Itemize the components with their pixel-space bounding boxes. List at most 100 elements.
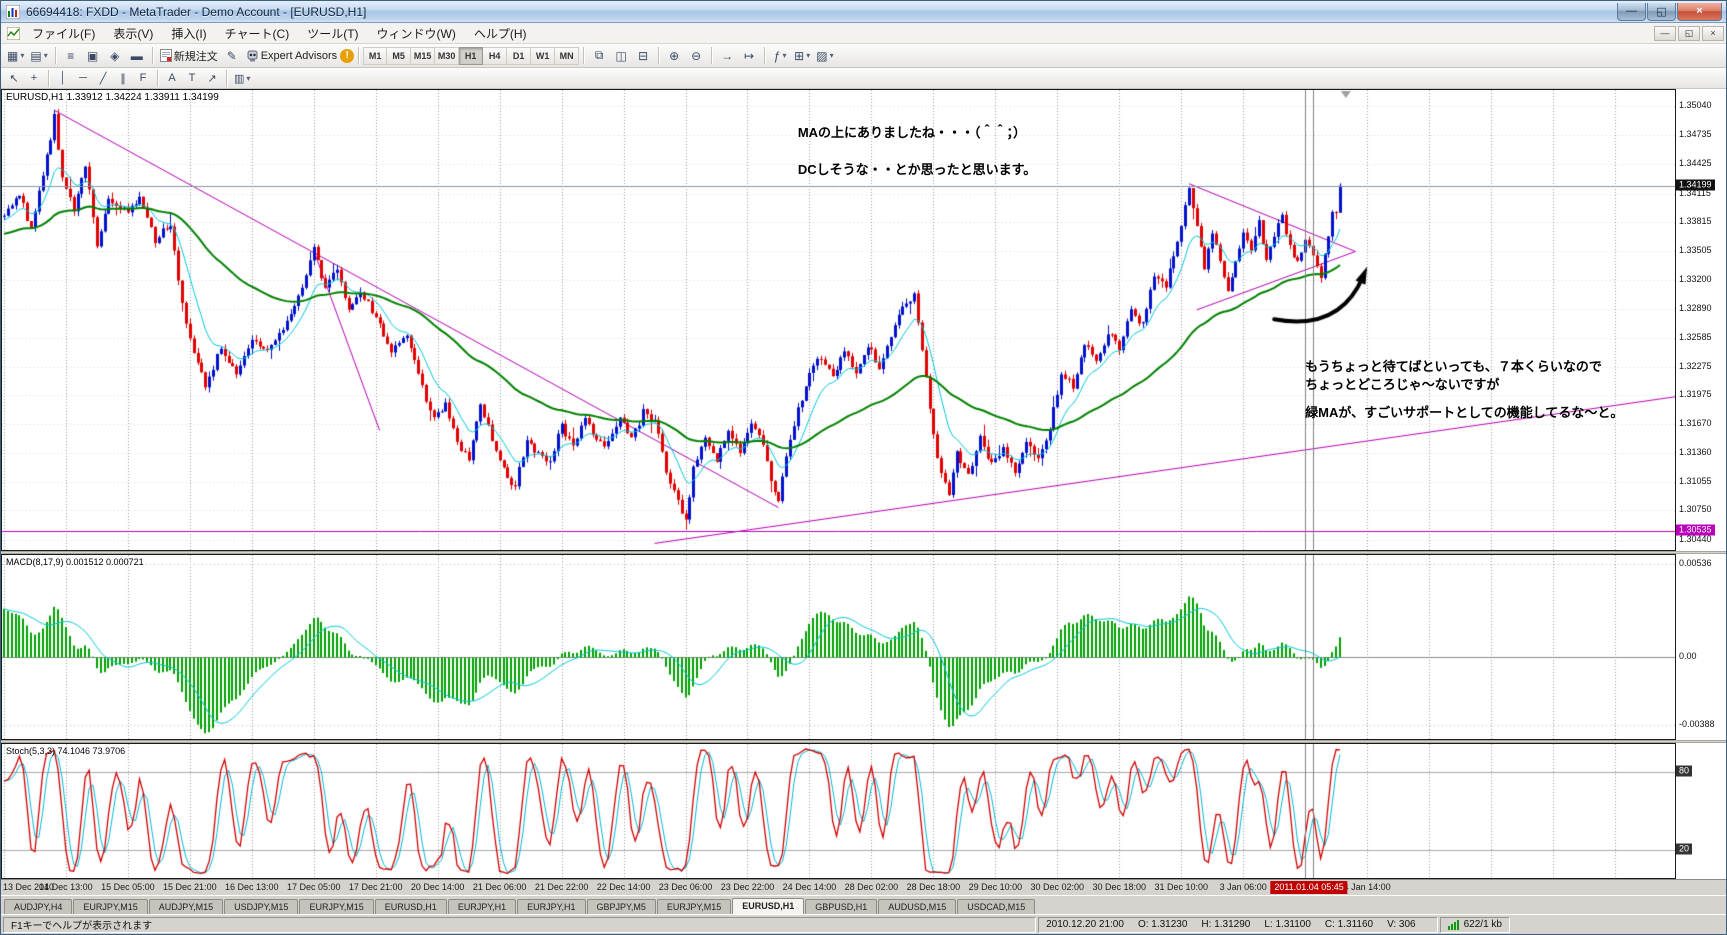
cascade-icon: ⧉ <box>594 48 604 62</box>
time-axis-label: 21 Dec 06:00 <box>472 882 527 892</box>
time-axis-label: 14 Dec 13:00 <box>39 882 93 892</box>
close-icon[interactable]: × <box>1677 2 1722 21</box>
menu-bar: ファイル(F) 表示(V) 挿入(I) チャート(C) ツール(T) ウィンドウ(W) ヘル… <box>1 23 1726 44</box>
menu-item[interactable]: ツール(T) <box>298 25 367 43</box>
zoom-out-icon: ⊖ <box>691 48 702 63</box>
price-axis[interactable]: 1.35040 1.34735 1.34425 1.34115 1.33815 1.335… <box>1676 89 1726 551</box>
chart-shift-button[interactable]: ↦ <box>738 46 760 66</box>
timeframe-button-m15[interactable]: M15 <box>411 46 436 65</box>
macd-indicator-panel[interactable]: MACD(8,17,9) 0.001512 0.000721 <box>1 554 1676 740</box>
timeframe-button-w1[interactable]: W1 <box>531 46 556 65</box>
zoom-out-button[interactable]: ⊖ <box>685 46 707 66</box>
chart-text-annotation[interactable]: DCしそうな・・とか思ったと思います。 <box>798 161 1036 179</box>
expert-advisors-button[interactable]: Expert Advisors <box>243 46 340 66</box>
profiles-button[interactable]: ▤ ▾ <box>27 46 50 66</box>
text-icon: A <box>168 72 176 84</box>
child-close-icon[interactable]: × <box>1702 25 1724 41</box>
menu-item[interactable]: チャート(C) <box>216 25 299 43</box>
vertical-line-button[interactable]: │ <box>53 69 73 87</box>
data-window-icon: ▣ <box>87 48 99 63</box>
timeframe-button-d1[interactable]: D1 <box>507 46 532 65</box>
auto-scroll-button[interactable]: → <box>716 46 738 66</box>
time-axis[interactable]: 13 Dec 2010 14 Dec 13:00 15 Dec 05:00 15 De… <box>1 879 1726 895</box>
minimize-icon[interactable]: — <box>1617 2 1646 21</box>
time-axis-label: 23 Dec 22:00 <box>720 882 775 892</box>
timeframe-button-mn[interactable]: MN <box>555 46 580 65</box>
child-minimize-icon[interactable]: — <box>1654 25 1676 41</box>
timeframe-button-m30[interactable]: M30 <box>435 46 460 65</box>
menu-item[interactable]: 挿入(I) <box>162 25 215 43</box>
title-bar[interactable]: 66694418: FXDD - MetaTrader - Demo Accou… <box>1 1 1726 23</box>
timeframe-button-h4[interactable]: H4 <box>483 46 508 65</box>
terminal-button[interactable]: ▬ <box>126 46 148 66</box>
annotation-line: ちょっとどころじゃ～ないですが <box>1305 376 1500 392</box>
chart-tab[interactable]: AUDJPY,H4 <box>4 899 73 914</box>
connection-status: 622/1 kb <box>1439 916 1510 933</box>
indicators-button[interactable]: ƒ ▾ <box>769 46 791 66</box>
chart-tab[interactable]: EURUSD,H1 <box>732 898 805 914</box>
alert-exclamation-icon[interactable]: ! <box>340 48 355 63</box>
chart-tab[interactable]: GBPUSD,H1 <box>805 899 878 914</box>
main-price-chart[interactable]: EURUSD,H1 1.33912 1.34224 1.33911 1.3419… <box>1 89 1676 551</box>
chart-tab[interactable]: EURJPY,M15 <box>299 899 374 914</box>
timeframe-button-h1[interactable]: H1 <box>459 46 484 65</box>
chart-tab[interactable]: EURJPY,H1 <box>447 899 517 914</box>
chart-workspace: EURUSD,H1 1.33912 1.34224 1.33911 1.3419… <box>1 89 1726 895</box>
time-axis-label: 31 Dec 10:00 <box>1154 882 1208 892</box>
chart-tab[interactable]: EURUSD,H1 <box>374 899 447 914</box>
status-high: H: 1.31290 <box>1201 919 1251 930</box>
timeframe-button-m5[interactable]: M5 <box>387 46 412 65</box>
menu-item[interactable]: ファイル(F) <box>23 25 104 43</box>
cascade-windows-button[interactable]: ⧉ <box>588 46 610 66</box>
metaeditor-button[interactable]: ✎ <box>221 46 243 66</box>
chart-tab[interactable]: AUDJPY,M15 <box>148 899 224 914</box>
new-order-button[interactable]: 新規注文 <box>157 46 221 66</box>
data-window-button[interactable]: ▣ <box>82 46 104 66</box>
periods-button[interactable]: ⊞ ▾ <box>791 46 813 66</box>
stochastic-indicator-panel[interactable]: Stoch(5,3,3) 74.1046 73.9706 <box>1 743 1676 879</box>
traffic-counter: 622/1 kb <box>1463 919 1502 930</box>
text-label-button[interactable]: T <box>182 69 202 87</box>
styles-button[interactable]: ▥ ▾ <box>231 69 253 87</box>
time-axis-label: 24 Dec 14:00 <box>782 882 837 892</box>
chart-text-annotation-block[interactable]: もうちょっと待てばといっても、７本くらいなので ちょっとどころじゃ～ないですが … <box>1305 358 1623 422</box>
cursor-button[interactable]: ↖ <box>4 69 24 87</box>
menu-item[interactable]: 表示(V) <box>104 25 162 43</box>
child-restore-icon[interactable]: ◱ <box>1678 25 1700 41</box>
connection-bars-icon <box>1447 919 1459 930</box>
chevron-down-icon: ▾ <box>806 51 811 60</box>
menu-item[interactable]: ヘルプ(H) <box>465 25 536 43</box>
crosshair-button[interactable]: + <box>24 69 44 87</box>
market-watch-button[interactable]: ≡ <box>60 46 82 66</box>
arrows-button[interactable]: ↗ <box>202 69 222 87</box>
fibonacci-button[interactable]: F <box>133 69 153 87</box>
text-button[interactable]: A <box>162 69 182 87</box>
zoom-in-button[interactable]: ⊕ <box>663 46 685 66</box>
indicators-icon: ƒ <box>773 48 781 63</box>
chart-tab[interactable]: EURJPY,M15 <box>656 899 732 914</box>
trendline-button[interactable]: ╱ <box>93 69 113 87</box>
restore-icon[interactable]: ◱ <box>1647 2 1676 21</box>
window-title: 66694418: FXDD - MetaTrader - Demo Accou… <box>26 4 367 19</box>
menu-item[interactable]: ウィンドウ(W) <box>368 25 465 43</box>
timeframe-button-m1[interactable]: M1 <box>363 46 388 65</box>
tile-vertical-button[interactable]: ⊟ <box>632 46 654 66</box>
price-axis-label: 1.32275 <box>1679 360 1712 371</box>
navigator-button[interactable]: ◈ <box>104 46 126 66</box>
chart-tab[interactable]: GBPJPY,M5 <box>586 899 656 914</box>
status-low: L: 1.31100 <box>1264 919 1311 930</box>
tile-horizontal-button[interactable]: ◫ <box>610 46 632 66</box>
chart-text-annotation[interactable]: MAの上にありましたね・・・（＾＾；） <box>798 124 1026 142</box>
chart-tab[interactable]: EURJPY,M15 <box>73 899 148 914</box>
chart-tab[interactable]: USDCAD,M15 <box>957 899 1036 914</box>
price-axis-label: 1.34735 <box>1679 129 1712 140</box>
horizontal-line-button[interactable]: ─ <box>73 69 93 87</box>
new-chart-button[interactable]: ▦ ▾ <box>4 46 27 66</box>
chart-ohlc-readout: EURUSD,H1 1.33912 1.34224 1.33911 1.3419… <box>6 92 219 103</box>
chart-tab[interactable]: USDJPY,M15 <box>224 899 299 914</box>
channel-button[interactable]: ∥ <box>113 69 133 87</box>
templates-button[interactable]: ▨ ▾ <box>813 46 836 66</box>
chart-tab[interactable]: EURJPY,H1 <box>517 899 586 914</box>
crosshair-icon: + <box>30 72 38 84</box>
chart-tab[interactable]: AUDUSD,M15 <box>878 899 957 914</box>
